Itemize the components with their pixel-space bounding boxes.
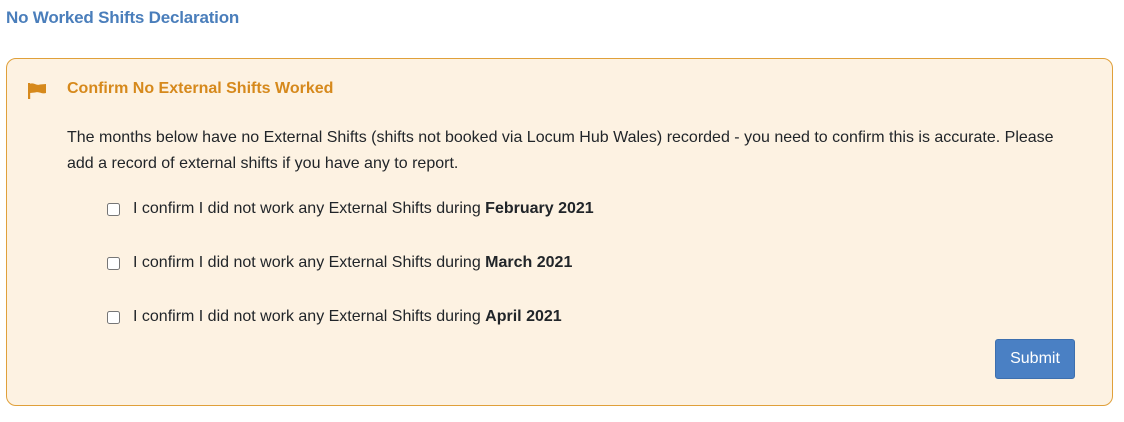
confirm-february-text: I confirm I did not work any External Sh… [133, 200, 481, 217]
confirm-march-checkbox[interactable] [107, 256, 120, 270]
confirm-april-month: April 2021 [485, 308, 562, 325]
confirm-march-text: I confirm I did not work any External Sh… [133, 254, 481, 271]
flag-icon [28, 83, 46, 99]
confirm-march-row[interactable]: I confirm I did not work any External Sh… [107, 254, 572, 272]
page-title: No Worked Shifts Declaration [6, 8, 240, 27]
confirm-april-checkbox[interactable] [107, 310, 120, 324]
confirmation-panel: Confirm No External Shifts Worked The mo… [6, 58, 1113, 406]
confirm-february-row[interactable]: I confirm I did not work any External Sh… [107, 200, 594, 218]
panel-description: The months below have no External Shifts… [67, 129, 1054, 172]
panel-title: Confirm No External Shifts Worked [67, 80, 334, 97]
confirm-february-checkbox[interactable] [107, 202, 120, 216]
confirm-april-text: I confirm I did not work any External Sh… [133, 308, 481, 325]
submit-button[interactable]: Submit [995, 339, 1075, 379]
confirm-april-row[interactable]: I confirm I did not work any External Sh… [107, 308, 562, 326]
confirm-february-month: February 2021 [485, 200, 594, 217]
confirm-march-month: March 2021 [485, 254, 573, 271]
